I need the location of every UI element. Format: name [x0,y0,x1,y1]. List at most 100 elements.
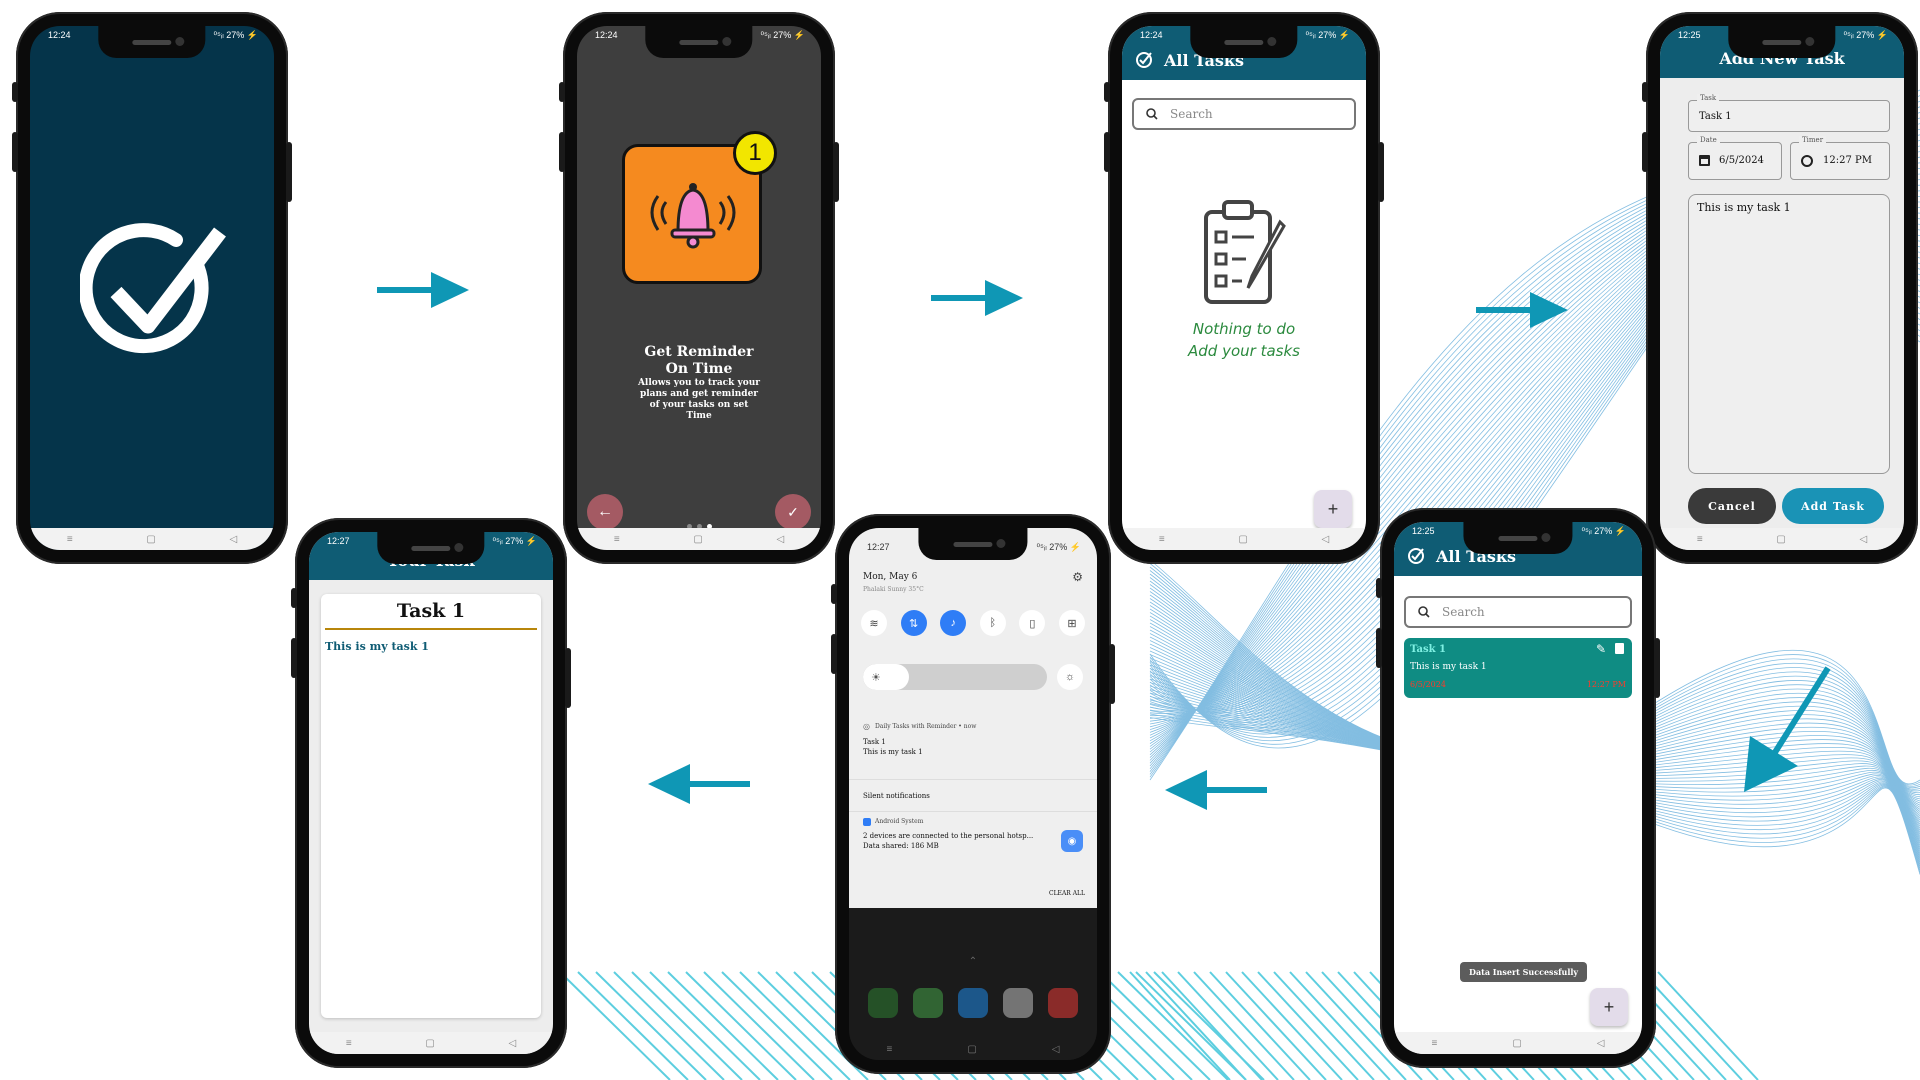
phone-task-list: 12:25 ⁰⁵ᵢₗ 27% ⚡ All Tasks Search Task 1 … [1376,508,1660,1068]
android-system-icon [863,818,871,826]
search-icon [1418,606,1430,618]
home-icon[interactable]: ▢ [1776,534,1785,545]
task-list-screen: 12:25 ⁰⁵ᵢₗ 27% ⚡ All Tasks Search Task 1 … [1394,522,1642,1054]
description-field[interactable]: This is my task 1 [1688,194,1890,474]
bell-icon [650,183,736,249]
notification-badge: 1 [733,131,777,175]
edit-icon[interactable]: ✎ [1596,642,1606,656]
timer-field[interactable]: Timer 12:27 PM [1790,136,1890,180]
phone-empty-tasks: 12:24 ⁰⁵ᵢₗ 27% ⚡ All Tasks Search Nothing… [1104,12,1384,564]
status-time: 12:24 [1140,30,1163,40]
home-icon[interactable]: ▢ [967,1044,976,1055]
cancel-button[interactable]: Cancel [1688,488,1776,524]
expand-chevron-icon[interactable]: ⌃ [849,956,1097,967]
grid-toggle-icon[interactable]: ⊞ [1058,610,1085,636]
system-nav-bar: ≡ ▢ ◁ [1660,528,1904,550]
add-task-label: Add Task [1801,499,1865,513]
menu-icon[interactable]: ≡ [1159,534,1165,545]
brightness-slider[interactable]: ☀ [863,664,1047,690]
status-icons: ⁰⁵ᵢₗ 27% ⚡ [1036,542,1081,552]
phone-add-task: 12:25 ⁰⁵ᵢₗ 27% ⚡ Add New Task Task Task 1… [1642,12,1918,564]
settings-gear-icon[interactable]: ⚙ [1072,570,1083,584]
add-task-screen: 12:25 ⁰⁵ᵢₗ 27% ⚡ Add New Task Task Task 1… [1660,26,1904,550]
back-icon[interactable]: ◁ [1859,534,1867,545]
delete-icon[interactable] [1615,643,1624,654]
date-field[interactable]: Date 6/5/2024 [1688,136,1782,180]
task-field-value: Task 1 [1699,111,1732,122]
toast-message: Data Insert Successfully [1460,962,1588,982]
camera-app-icon[interactable] [1002,988,1033,1018]
flow-arrow-left-icon [648,764,750,804]
menu-icon[interactable]: ≡ [67,534,73,545]
task-detail-card: Task 1 This is my task 1 [321,594,541,1018]
menu-icon[interactable]: ≡ [1432,1038,1438,1049]
notification-shade: 12:27 ⁰⁵ᵢₗ 27% ⚡ Mon, May 6 Phalaki Sunny… [849,528,1097,908]
system-nav-bar: ≡ ▢ ◁ [1394,1032,1642,1054]
task-detail-description: This is my task 1 [325,640,429,653]
home-icon[interactable]: ▢ [1238,534,1247,545]
system-nav-bar: ≡ ▢ ◁ [309,1032,553,1054]
mobile-data-toggle-icon[interactable]: ⇅ [900,610,927,636]
clear-all-button[interactable]: CLEAR ALL [1049,890,1085,897]
back-icon[interactable]: ◁ [229,534,237,545]
flow-arrow-right-icon [931,280,1023,316]
onboarding-title: Get Reminder On Time [577,344,821,378]
task-name-field[interactable]: Task Task 1 [1688,94,1890,132]
check-circle-icon [1136,52,1152,68]
app-check-icon: ◎ [863,722,870,731]
auto-brightness-icon[interactable]: ☼ [1057,664,1083,690]
task-card[interactable]: Task 1 ✎ This is my task 1 6/5/2024 12:2… [1404,638,1632,698]
description-value: This is my task 1 [1697,201,1791,214]
flow-arrow-left-icon [1165,770,1267,810]
search-placeholder: Search [1170,107,1213,121]
date-field-label: Date [1697,136,1720,144]
phone-app-icon[interactable] [868,988,899,1018]
back-icon[interactable]: ◁ [1321,534,1329,545]
back-icon[interactable]: ◁ [776,534,784,545]
home-icon[interactable]: ▢ [146,534,155,545]
search-input[interactable]: Search [1132,98,1356,130]
menu-icon[interactable]: ≡ [346,1038,352,1049]
flashlight-toggle-icon[interactable]: ▯ [1019,610,1046,636]
check-circle-icon [1408,548,1424,564]
back-icon[interactable]: ◁ [508,1038,516,1049]
home-icon[interactable]: ▢ [693,534,702,545]
browser-app-icon[interactable] [957,988,988,1018]
timer-field-label: Timer [1799,136,1827,144]
system-notification[interactable]: Android System 2 devices are connected t… [849,816,1097,872]
phone-onboarding: 12:24 ⁰⁵ᵢₗ 27% ⚡ 1 Get Reminder On Time A… [559,12,839,564]
home-icon[interactable]: ▢ [425,1038,434,1049]
menu-icon[interactable]: ≡ [614,534,620,545]
checkmark-icon: ✓ [787,503,799,520]
app-logo-check-icon [80,223,226,354]
calendar-icon [1699,155,1710,166]
empty-line-2: Add your tasks [1188,342,1300,360]
notification-app-name: Daily Tasks with Reminder • now [875,723,977,730]
onboarding-screen: 12:24 ⁰⁵ᵢₗ 27% ⚡ 1 Get Reminder On Time A… [577,26,821,550]
bluetooth-toggle-icon[interactable]: ᛒ [979,610,1006,636]
add-task-button[interactable]: Add Task [1782,488,1884,524]
task-card-time: 12:27 PM [1586,680,1626,689]
back-icon[interactable]: ◁ [1597,1038,1605,1049]
status-time: 12:24 [595,30,618,40]
gallery-app-icon[interactable] [1047,988,1078,1018]
app-notification[interactable]: ◎ Daily Tasks with Reminder • now Task 1… [849,720,1097,780]
messages-app-icon[interactable] [913,988,944,1018]
hotspot-icon[interactable]: ◉ [1061,830,1083,852]
title-line-2: On Time [665,361,733,377]
search-input[interactable]: Search [1404,596,1632,628]
add-task-fab[interactable]: + [1314,490,1352,528]
status-time: 12:24 [48,30,71,40]
status-icons: ⁰⁵ᵢₗ 27% ⚡ [760,30,805,40]
menu-icon[interactable]: ≡ [1697,534,1703,545]
quick-settings-row: ≋ ⇅ ♪ ᛒ ▯ ⊞ [861,610,1085,636]
notification-bell-toggle-icon[interactable]: ♪ [940,610,967,636]
wifi-toggle-icon[interactable]: ≋ [861,610,887,636]
home-icon[interactable]: ▢ [1512,1038,1521,1049]
status-time: 12:25 [1412,526,1435,536]
task-card-date: 6/5/2024 [1410,680,1446,689]
back-icon[interactable]: ◁ [1052,1044,1060,1055]
menu-icon[interactable]: ≡ [887,1044,893,1055]
empty-line-1: Nothing to do [1192,320,1296,338]
add-task-fab[interactable]: + [1590,988,1628,1026]
